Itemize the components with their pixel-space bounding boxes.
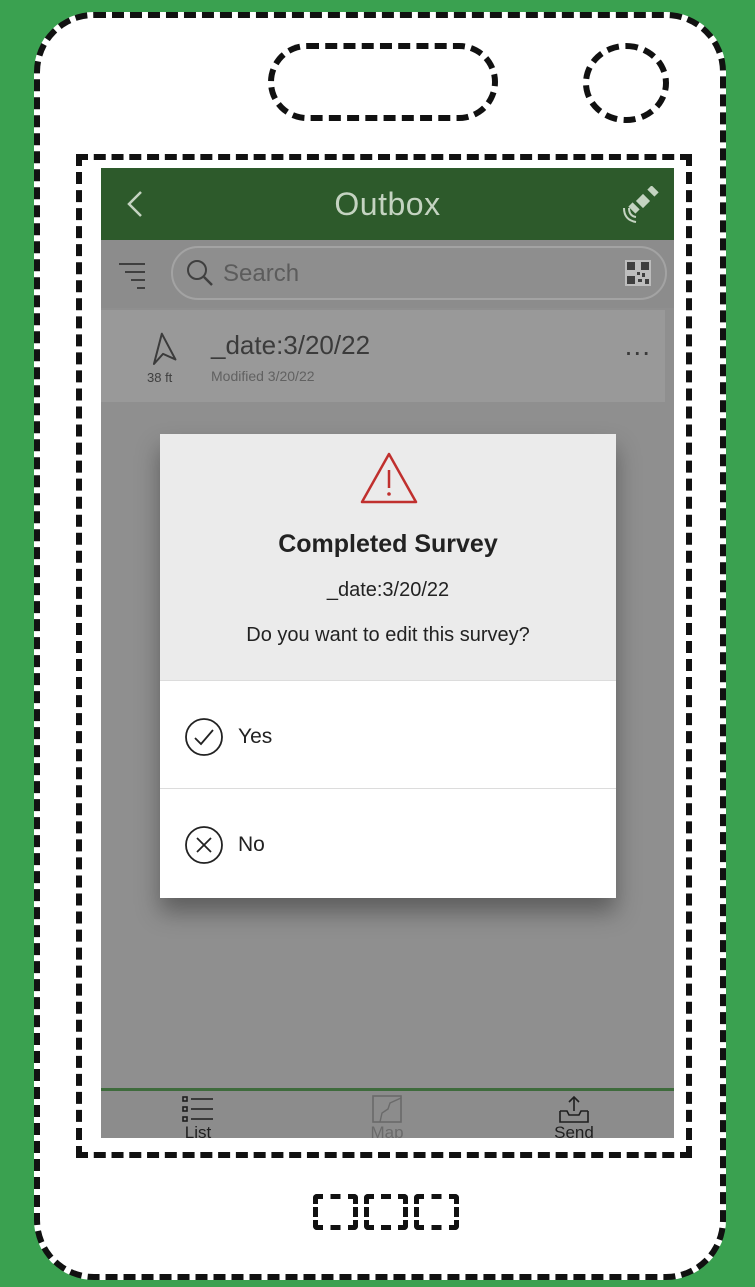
check-circle-icon xyxy=(185,718,223,756)
tab-map[interactable]: Map xyxy=(342,1091,432,1138)
filter-icon xyxy=(119,263,145,289)
search-box xyxy=(171,246,667,300)
tab-send[interactable]: Send xyxy=(529,1091,619,1138)
satellite-icon xyxy=(623,185,659,223)
list-item[interactable]: 38 ft _date:3/20/22 Modified 3/20/22 ... xyxy=(101,310,665,402)
qr-code-icon[interactable] xyxy=(625,260,651,286)
warning-icon xyxy=(360,452,418,504)
more-options-button[interactable]: ... xyxy=(625,332,651,360)
item-title: _date:3/20/22 xyxy=(211,330,371,360)
page-title: Outbox xyxy=(334,186,441,222)
filter-button[interactable] xyxy=(115,256,149,292)
top-bar: Outbox xyxy=(101,168,674,240)
search-row xyxy=(101,240,674,308)
navigation-arrow-icon xyxy=(152,332,177,366)
item-subtitle: Modified 3/20/22 xyxy=(211,368,315,384)
distance-label: 38 ft xyxy=(147,370,173,385)
bottom-tab-bar: List Map Send xyxy=(101,1088,674,1138)
confirm-dialog: Completed Survey _date:3/20/22 Do you wa… xyxy=(160,434,616,898)
phone-camera xyxy=(583,43,669,123)
tab-list-label: List xyxy=(184,1123,212,1139)
phone-speaker xyxy=(268,43,498,121)
gps-button[interactable] xyxy=(618,185,662,226)
x-circle-icon xyxy=(185,826,223,864)
tab-send-label: Send xyxy=(554,1123,594,1139)
yes-option[interactable]: Yes xyxy=(160,680,616,788)
dialog-question: Do you want to edit this survey? xyxy=(246,624,530,646)
search-icon xyxy=(187,260,213,286)
map-icon xyxy=(372,1095,402,1123)
dialog-title: Completed Survey xyxy=(278,530,498,558)
tab-map-label: Map xyxy=(370,1123,404,1139)
app-screen: Outbox Search 38 ft _date:3/20/22 Modifi… xyxy=(101,168,674,1138)
dialog-header: Completed Survey _date:3/20/22 Do you wa… xyxy=(160,434,616,680)
no-option[interactable]: No xyxy=(160,788,616,896)
phone-home-button xyxy=(313,1194,460,1230)
dialog-subtitle: _date:3/20/22 xyxy=(326,579,450,601)
search-input[interactable] xyxy=(221,256,605,292)
tab-list[interactable]: List xyxy=(153,1091,243,1138)
no-label: No xyxy=(238,833,265,856)
yes-label: Yes xyxy=(238,725,273,748)
send-icon xyxy=(559,1095,589,1123)
list-icon xyxy=(182,1096,213,1122)
